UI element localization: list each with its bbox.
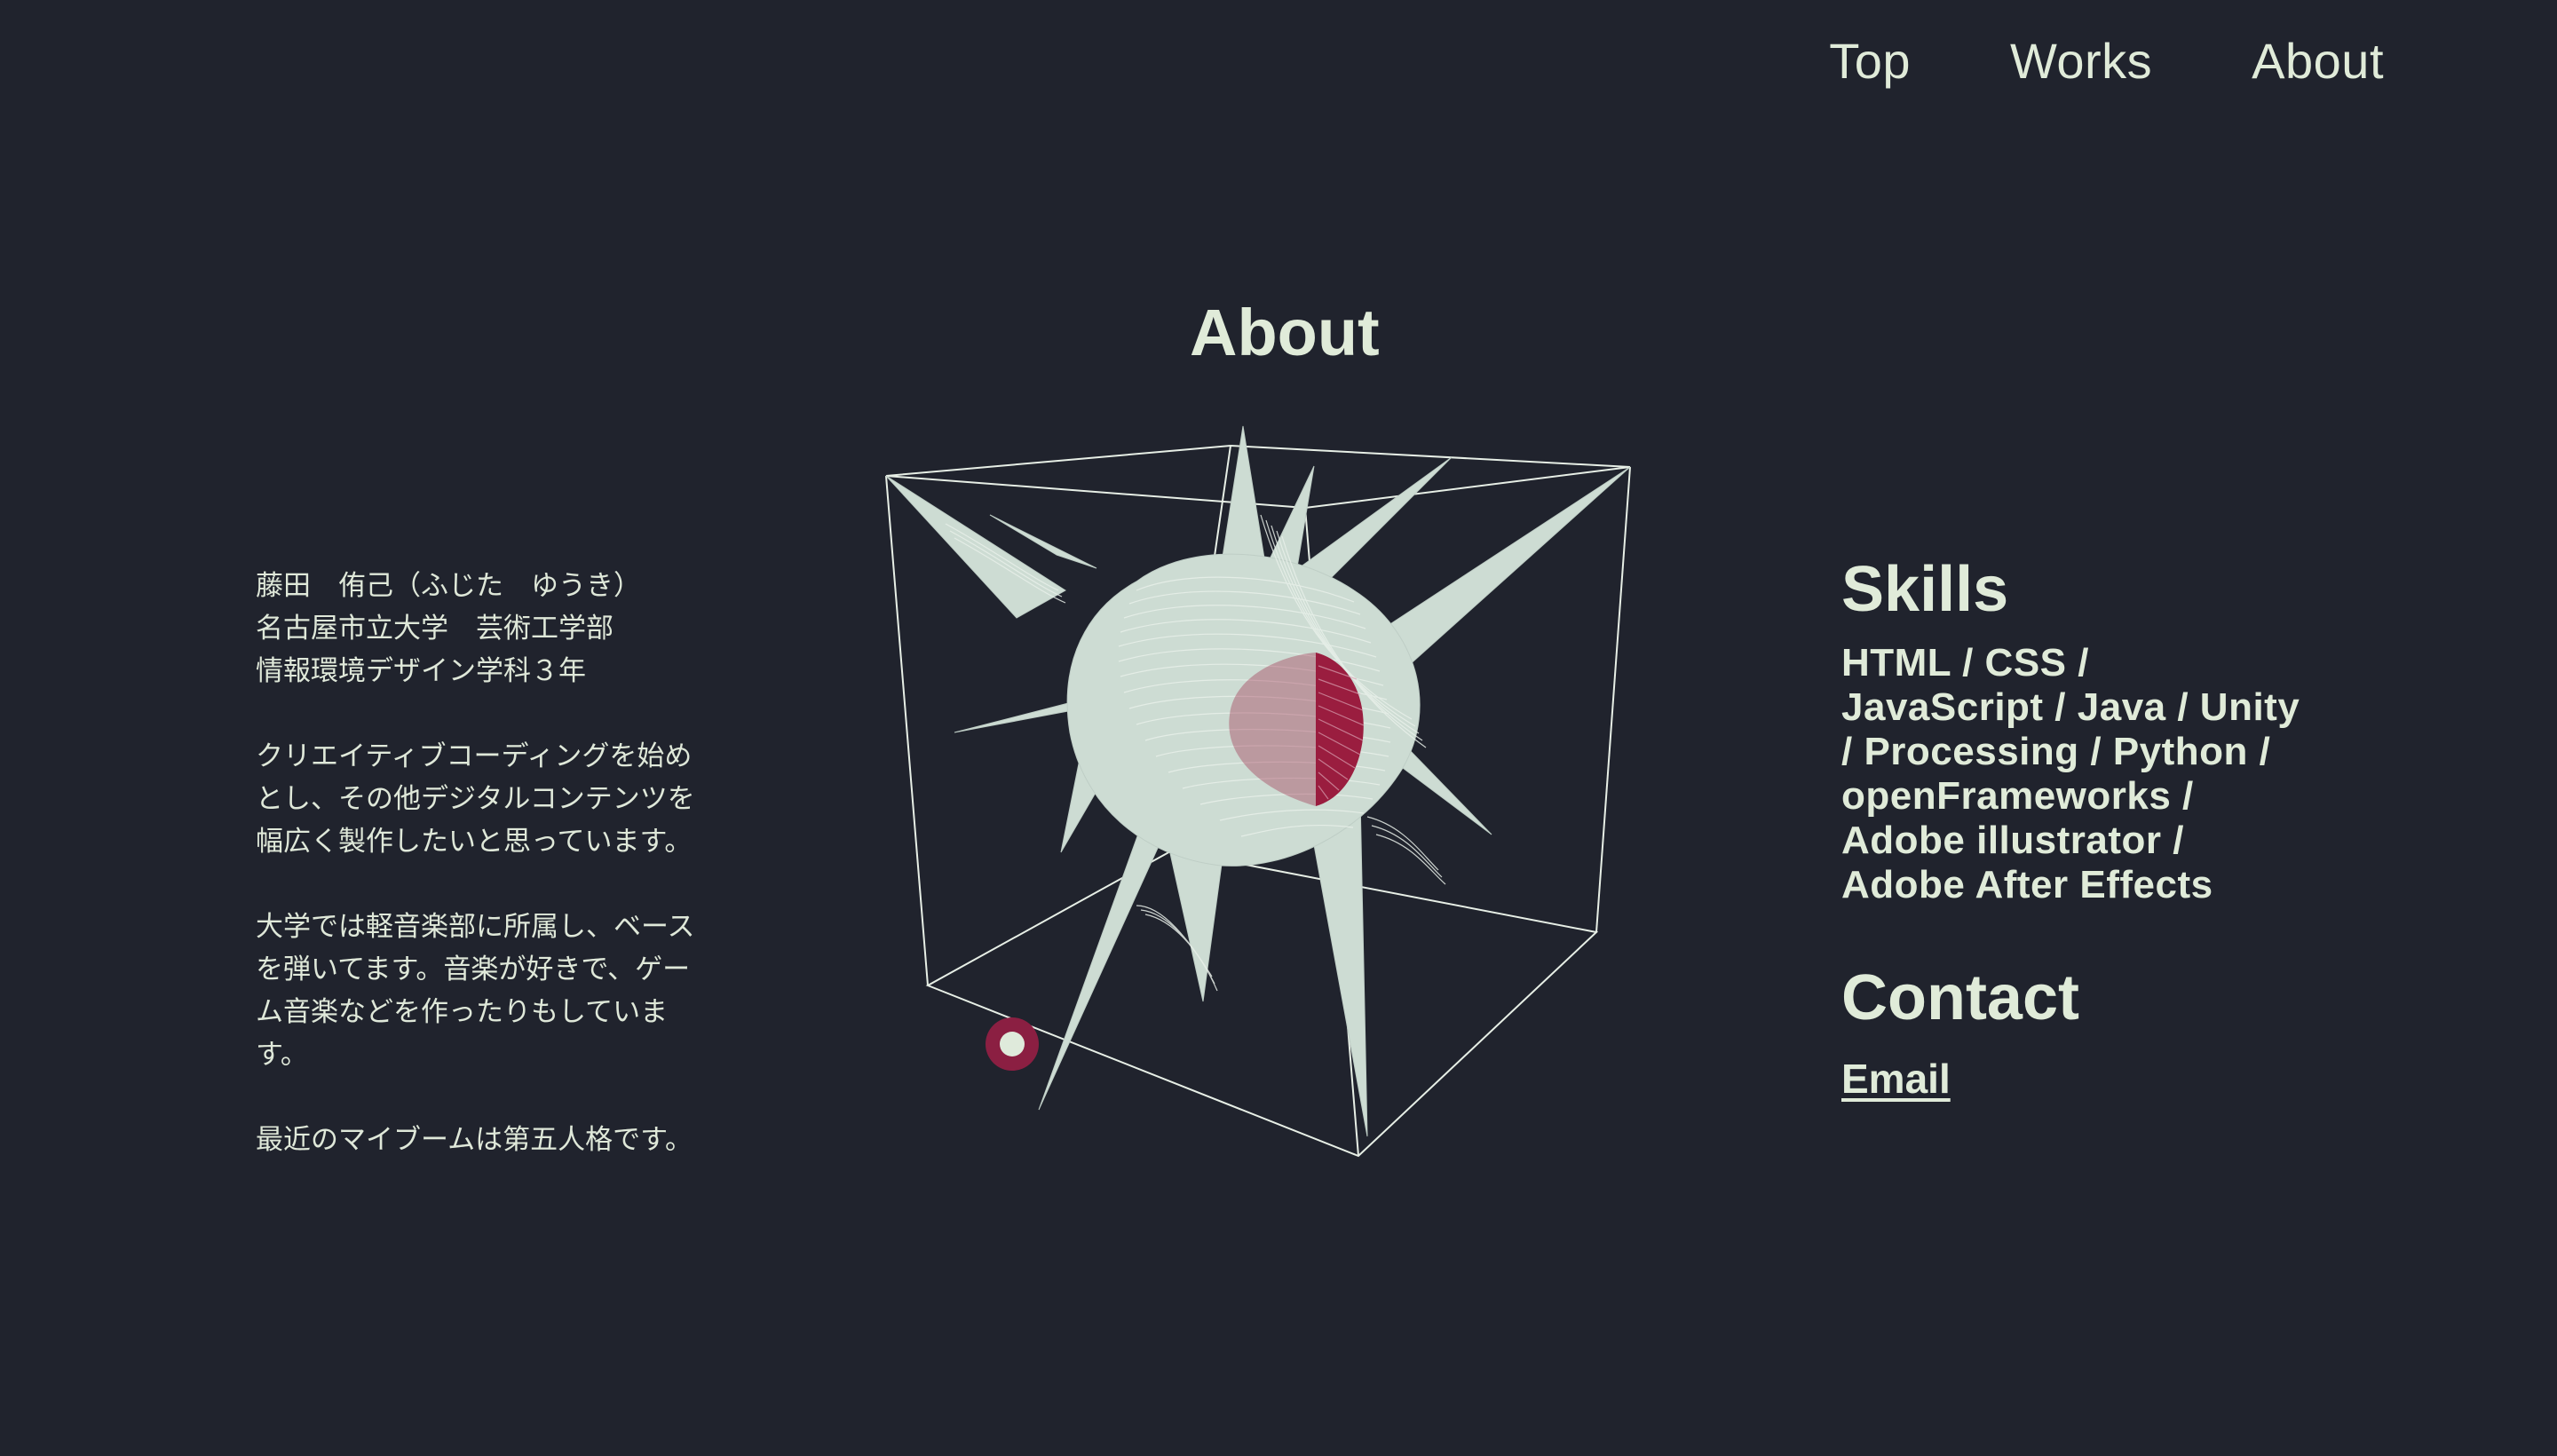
nav-works-link[interactable]: Works [2010,32,2152,90]
bio-section: 藤田 侑己（ふじた ゆうき） 名古屋市立大学 芸術工学部 情報環境デザイン学科３… [256,565,717,1204]
bio-line: ム音楽などを作ったりもしていま [256,996,669,1028]
wireframe-svg [885,425,1631,1158]
skills-list: HTML / CSS / JavaScript / Java / Unity /… [1841,641,2339,907]
skill-line: HTML / CSS / [1841,641,2089,684]
email-link[interactable]: Email [1841,1056,1951,1102]
bio-line: とし、その他デジタルコンテンツを [256,783,695,815]
skill-line: JavaScript / Java / Unity [1841,685,2300,729]
hobby-block: 大学では軽音楽部に所属し、ベース を弾いてます。音楽が好きで、ゲー ム音楽などを… [256,906,717,1076]
bio-line: 藤田 侑己（ふじた ゆうき） [256,570,641,602]
skill-line: Adobe After Effects [1841,863,2213,906]
bio-line: 幅広く製作したいと思っています。 [256,826,693,858]
skills-section: Skills HTML / CSS / JavaScript / Java / … [1841,552,2339,907]
nav-top-link[interactable]: Top [1829,32,1911,90]
bio-line: クリエイティブコーディングを始め [256,740,693,772]
intro-block: クリエイティブコーディングを始め とし、その他デジタルコンテンツを 幅広く製作し… [256,735,717,863]
bio-line: 名古屋市立大学 芸術工学部 [256,613,614,645]
skill-line: Adobe illustrator / [1841,819,2184,862]
page-title: About [1190,296,1380,369]
contact-section: Contact Email [1841,961,2079,1103]
bio-line: 大学では軽音楽部に所属し、ベース [256,911,695,943]
top-nav: Top Works About [1829,32,2384,90]
profile-block: 藤田 侑己（ふじた ゆうき） 名古屋市立大学 芸術工学部 情報環境デザイン学科３… [256,565,717,692]
boom-block: 最近のマイブームは第五人格です。 [256,1119,717,1161]
skills-heading: Skills [1841,554,2009,625]
bio-line: 最近のマイブームは第五人格です。 [256,1124,693,1156]
circle-dot-icon[interactable] [986,1017,1039,1071]
bio-line: を弾いてます。音楽が好きで、ゲー [256,954,691,985]
bio-line: す。 [256,1039,308,1071]
wireframe-visual[interactable] [870,408,1651,1172]
skill-line: openFrameworks / [1841,774,2194,818]
skill-line: / Processing / Python / [1841,730,2271,773]
nav-about-link[interactable]: About [2252,32,2384,90]
contact-heading: Contact [1841,962,2079,1033]
bio-line: 情報環境デザイン学科３年 [256,655,586,687]
